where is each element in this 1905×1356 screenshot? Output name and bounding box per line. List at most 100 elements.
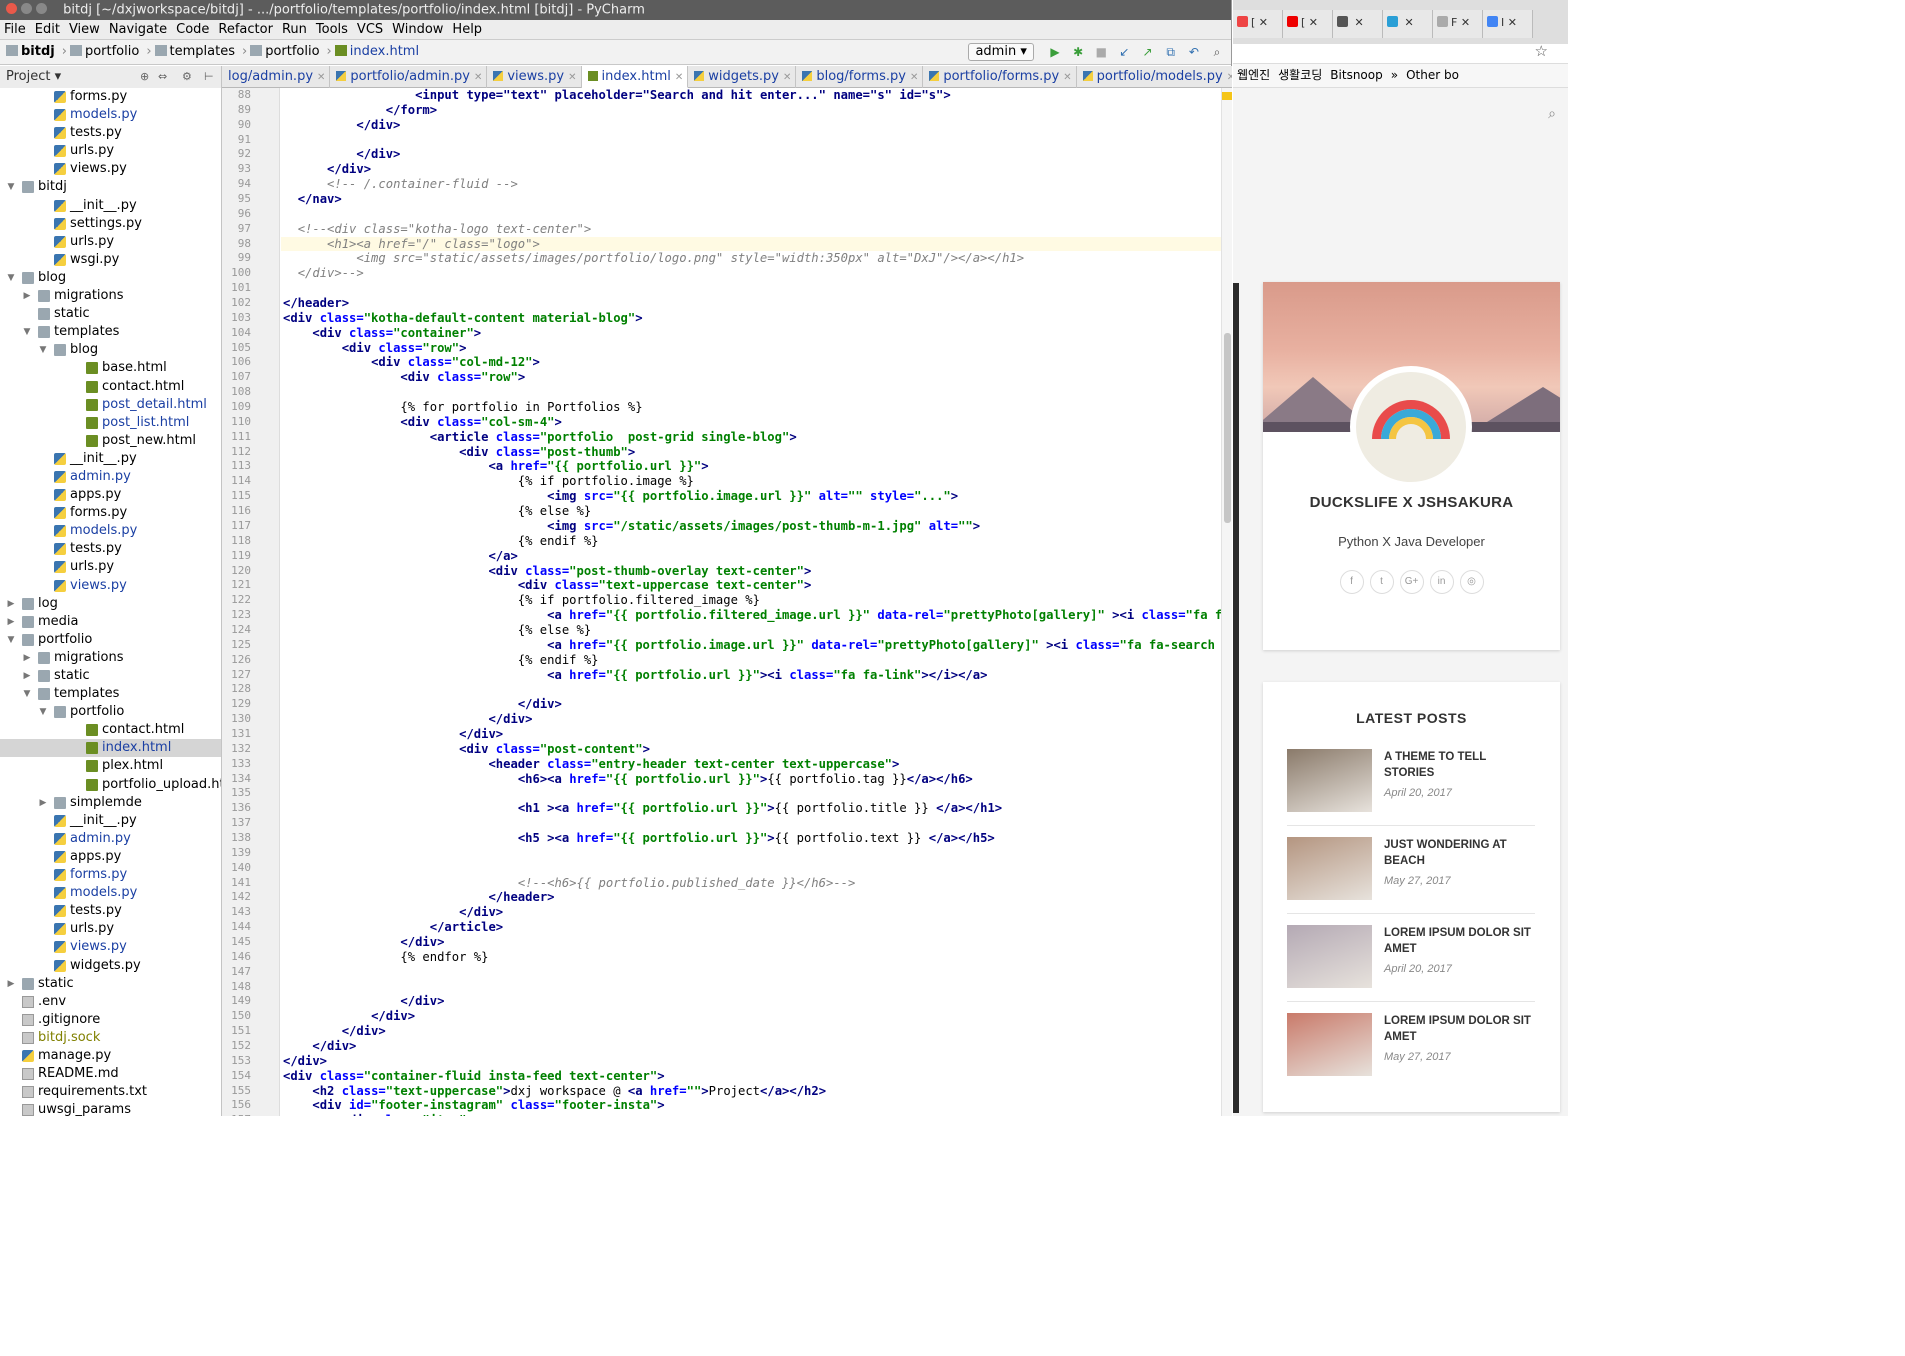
tree-item[interactable]: forms.py — [0, 504, 221, 522]
run-config-dropdown[interactable]: admin ▾ — [968, 42, 1034, 61]
code-line[interactable]: <div class="col-sm-4"> — [281, 415, 1221, 430]
code-line[interactable]: </div> — [281, 1054, 1221, 1069]
post-thumbnail[interactable] — [1287, 925, 1372, 988]
browser-tab[interactable]: [ ✕ — [1283, 10, 1333, 38]
menu-window[interactable]: Window — [392, 22, 443, 37]
linkedin-icon[interactable]: in — [1429, 570, 1454, 594]
code-line[interactable]: <a href="{{ portfolio.filtered_image.url… — [281, 608, 1221, 623]
close-tab-icon[interactable]: ✕ — [474, 72, 482, 83]
post-thumbnail[interactable] — [1287, 1013, 1372, 1076]
tree-item[interactable]: ▶ simplemde — [0, 794, 221, 812]
collapse-arrow-icon[interactable]: ▶ — [38, 794, 48, 812]
tree-item[interactable]: static — [0, 305, 221, 323]
menu-tools[interactable]: Tools — [316, 22, 348, 37]
tree-item[interactable]: ▼ blog — [0, 269, 221, 287]
code-line[interactable]: <div id="footer-instagram" class="footer… — [281, 1098, 1221, 1113]
stop-icon[interactable]: ■ — [1093, 44, 1109, 60]
code-line[interactable]: <article class="portfolio post-grid sing… — [281, 430, 1221, 445]
tree-item[interactable]: ▶ log — [0, 595, 221, 613]
tree-item[interactable]: .gitignore — [0, 1011, 221, 1029]
collapse-arrow-icon[interactable]: ▶ — [22, 667, 32, 685]
tree-item[interactable]: views.py — [0, 160, 221, 178]
editor-tab[interactable]: portfolio/models.py ✕ — [1077, 66, 1232, 88]
code-line[interactable]: </div> — [281, 712, 1221, 727]
code-line[interactable]: <!--<div class="kotha-logo text-center"> — [281, 222, 1221, 237]
menu-refactor[interactable]: Refactor — [218, 22, 273, 37]
code-line[interactable]: <div class="row"> — [281, 370, 1221, 385]
editor-tab[interactable]: portfolio/admin.py ✕ — [330, 66, 488, 88]
latest-post-item[interactable]: A THEME TO TELL STORIES April 20, 2017 — [1287, 749, 1535, 826]
code-line[interactable]: <input type="text" placeholder="Search a… — [281, 88, 1221, 103]
code-line[interactable]: <div class="post-content"> — [281, 742, 1221, 757]
tree-item[interactable]: README.md — [0, 1065, 221, 1083]
editor-tab[interactable]: blog/forms.py ✕ — [796, 66, 924, 88]
breadcrumb-item[interactable]: bitdj — [21, 40, 55, 64]
code-line[interactable]: <div class="item"> — [281, 1113, 1221, 1116]
code-line[interactable]: </div> — [281, 994, 1221, 1009]
browser-tab[interactable]: I ✕ — [1483, 10, 1533, 38]
code-line[interactable]: </div>--> — [281, 266, 1221, 281]
code-line[interactable]: <div class="kotha-default-content materi… — [281, 311, 1221, 326]
code-line[interactable]: </div> — [281, 935, 1221, 950]
facebook-icon[interactable]: f — [1339, 570, 1364, 594]
tree-item[interactable]: ▼ blog — [0, 341, 221, 359]
code-line[interactable]: </div> — [281, 118, 1221, 133]
tree-item[interactable]: __init__.py — [0, 450, 221, 468]
tree-item[interactable]: bitdj.sock — [0, 1029, 221, 1047]
tree-item[interactable]: views.py — [0, 938, 221, 956]
breadcrumb-item[interactable]: index.html — [350, 40, 419, 64]
tree-item[interactable]: forms.py — [0, 88, 221, 106]
twitter-icon[interactable]: t — [1369, 570, 1394, 594]
close-tab-icon[interactable]: ✕ — [1255, 16, 1268, 29]
tree-item[interactable]: ▶ static — [0, 975, 221, 993]
code-line[interactable]: </a> — [281, 549, 1221, 564]
post-title[interactable]: LOREM IPSUM DOLOR SIT AMET — [1384, 1013, 1534, 1045]
tree-item[interactable]: tests.py — [0, 124, 221, 142]
editor-scrollbar[interactable] — [1221, 88, 1232, 1116]
tree-item[interactable]: requirements.txt — [0, 1083, 221, 1101]
code-line[interactable]: <div class="col-md-12"> — [281, 355, 1221, 370]
menu-run[interactable]: Run — [282, 22, 307, 37]
code-line[interactable]: <h1 ><a href="{{ portfolio.url }}">{{ po… — [281, 801, 1221, 816]
latest-post-item[interactable]: LOREM IPSUM DOLOR SIT AMET May 27, 2017 — [1287, 1013, 1535, 1077]
code-line[interactable]: <a href="{{ portfolio.url }}"> — [281, 459, 1221, 474]
close-window-icon[interactable] — [6, 3, 17, 14]
code-line[interactable]: <h1><a href="/" class="logo"> — [281, 236, 1221, 252]
latest-post-item[interactable]: JUST WONDERING AT BEACH May 27, 2017 — [1287, 837, 1535, 914]
bookmark-item[interactable]: 생활코딩 — [1278, 68, 1322, 82]
code-line[interactable]: {% for portfolio in Portfolios %} — [281, 400, 1221, 415]
menu-view[interactable]: View — [69, 22, 100, 37]
tree-item[interactable]: tests.py — [0, 902, 221, 920]
code-line[interactable]: <img src="/static/assets/images/post-thu… — [281, 519, 1221, 534]
menu-vcs[interactable]: VCS — [357, 22, 383, 37]
tree-item[interactable]: post_new.html — [0, 432, 221, 450]
tree-item[interactable]: portfolio_upload.htm — [0, 776, 221, 794]
code-line[interactable]: <h5 ><a href="{{ portfolio.url }}">{{ po… — [281, 831, 1221, 846]
close-tab-icon[interactable]: ✕ — [1305, 16, 1318, 29]
instagram-icon[interactable]: ◎ — [1459, 570, 1484, 594]
collapse-arrow-icon[interactable]: ▶ — [6, 595, 16, 613]
breadcrumb-item[interactable]: portfolio — [265, 40, 319, 64]
tree-item[interactable]: apps.py — [0, 486, 221, 504]
close-tab-icon[interactable]: ✕ — [1063, 72, 1071, 83]
tree-item[interactable]: post_detail.html — [0, 396, 221, 414]
close-tab-icon[interactable]: ✕ — [1401, 16, 1413, 29]
tree-item[interactable]: plex.html — [0, 757, 221, 775]
code-line[interactable]: </article> — [281, 920, 1221, 935]
menu-code[interactable]: Code — [176, 22, 209, 37]
breadcrumb-item[interactable]: templates — [170, 40, 235, 64]
bookmark-star-icon[interactable]: ☆ — [1535, 42, 1548, 60]
menu-file[interactable]: File — [4, 22, 26, 37]
collapse-icon[interactable]: ⇔ — [158, 66, 167, 87]
scrollbar-thumb[interactable] — [1224, 333, 1231, 523]
code-line[interactable]: </div> — [281, 1039, 1221, 1054]
bookmark-item[interactable]: » — [1391, 68, 1398, 82]
code-line[interactable]: <h6><a href="{{ portfolio.url }}">{{ por… — [281, 772, 1221, 787]
menu-edit[interactable]: Edit — [35, 22, 60, 37]
tree-item[interactable]: tests.py — [0, 540, 221, 558]
code-line[interactable]: {% endif %} — [281, 534, 1221, 549]
code-line[interactable]: <div class="post-thumb-overlay text-cent… — [281, 564, 1221, 579]
post-thumbnail[interactable] — [1287, 749, 1372, 812]
code-line[interactable]: </div> — [281, 697, 1221, 712]
bookmark-item[interactable]: Other bo — [1406, 68, 1459, 82]
